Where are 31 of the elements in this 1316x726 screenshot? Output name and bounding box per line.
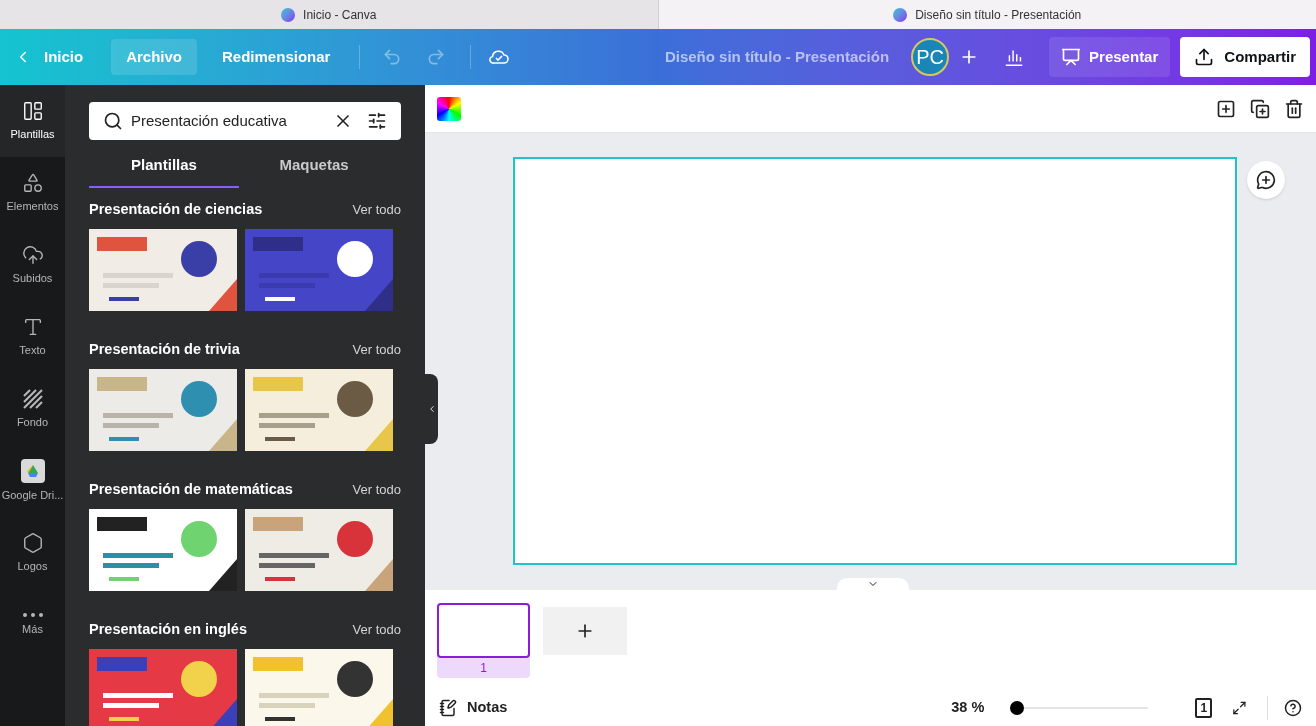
see-all-link[interactable]: Ver todo	[352, 200, 401, 220]
search-input[interactable]: Presentación educativa	[131, 109, 325, 133]
rail-item[interactable]: Plantillas	[0, 85, 65, 157]
rail-item[interactable]: Texto	[0, 301, 65, 373]
share-button[interactable]: Compartir	[1180, 37, 1310, 77]
rail-item[interactable]: Subidos	[0, 229, 65, 301]
section-title: Presentación en inglés	[89, 620, 247, 640]
page-count[interactable]: 1	[1195, 698, 1213, 718]
search-field[interactable]: Presentación educativa	[89, 102, 401, 140]
page-number: 1	[479, 660, 488, 677]
notes-button[interactable]: Notas	[439, 697, 508, 719]
panel-tab[interactable]: Maquetas	[239, 144, 389, 188]
page-thumbnail[interactable]: 1	[437, 603, 530, 678]
rail-item[interactable]: Elementos	[0, 157, 65, 229]
see-all-link[interactable]: Ver todo	[352, 480, 401, 500]
present-button[interactable]: Presentar	[1049, 37, 1171, 77]
rail-item[interactable]: Logos	[0, 517, 65, 589]
section-title: Presentación de matemáticas	[89, 480, 293, 500]
rail-item[interactable]: Más	[0, 589, 65, 661]
section-title: Presentación de ciencias	[89, 200, 263, 220]
section-title: Presentación de trivia	[89, 340, 240, 360]
tab-title: Inicio - Canva	[303, 6, 377, 24]
browser-tab[interactable]: Diseño sin título - Presentación	[658, 0, 1316, 29]
zoom-value: 38 %	[951, 698, 986, 718]
rail-item[interactable]: Google Dri...	[0, 445, 65, 517]
see-all-link[interactable]: Ver todo	[352, 340, 401, 360]
panel-tab[interactable]: Plantillas	[89, 144, 239, 188]
see-all-link[interactable]: Ver todo	[352, 620, 401, 640]
tab-title: Diseño sin título - Presentación	[915, 6, 1082, 24]
avatar[interactable]: PC	[911, 38, 950, 76]
rail-item[interactable]: Fondo	[0, 373, 65, 445]
